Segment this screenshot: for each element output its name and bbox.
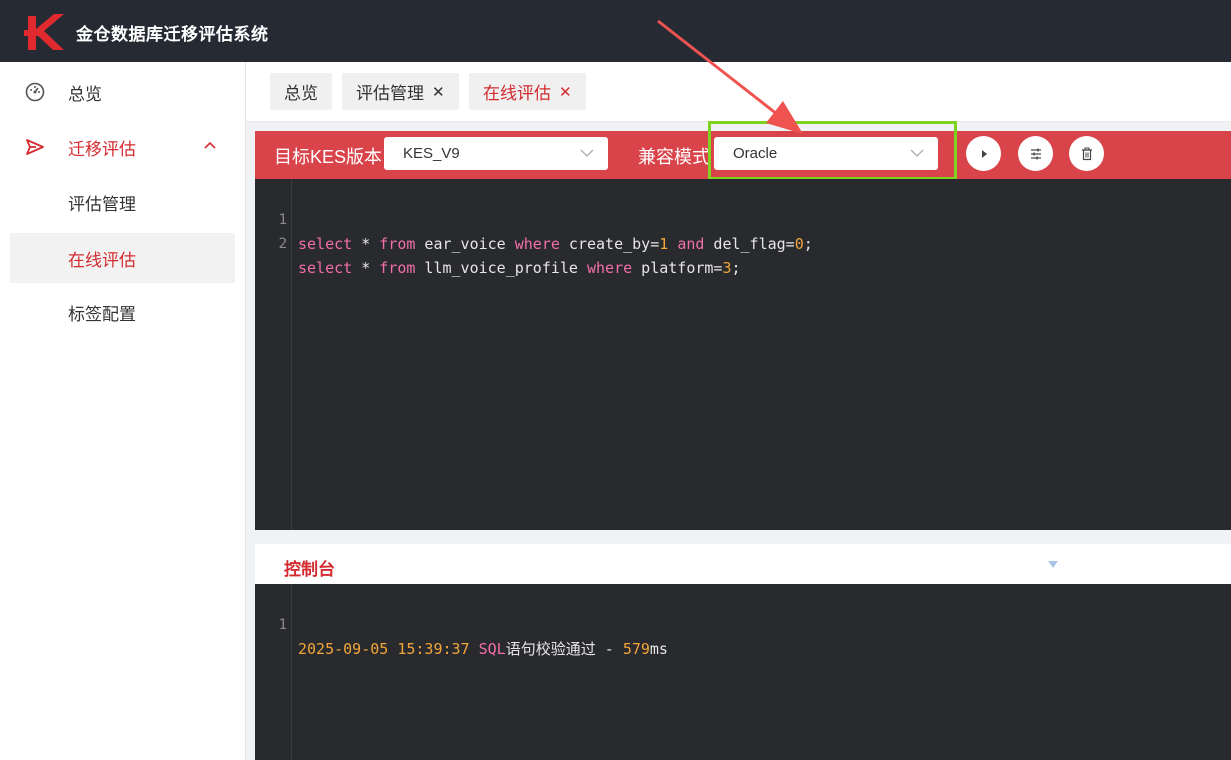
sidebar-item-label: 在线评估 — [68, 250, 136, 270]
select-value: KES_V9 — [403, 145, 460, 162]
sidebar-item-tag-config[interactable]: 标签配置 — [10, 287, 235, 337]
close-icon[interactable]: ✕ — [559, 83, 572, 101]
target-version-label: 目标KES版本 — [274, 147, 383, 167]
console-line: 1 2025-09-05 15:39:37 SQL语句校验通过 - 579ms — [255, 589, 668, 658]
console-header: 控制台 — [255, 544, 1231, 584]
close-icon[interactable]: ✕ — [432, 83, 445, 101]
tab-bar: 总览 评估管理 ✕ 在线评估 ✕ — [246, 62, 1231, 122]
log-message: 语句校验通过 - — [505, 640, 623, 658]
format-button[interactable] — [1018, 136, 1053, 171]
tab-label: 在线评估 — [483, 84, 551, 103]
line-number: 2 — [278, 236, 287, 252]
editor-line[interactable]: 1 select * from ear_voice where create_b… — [255, 184, 813, 253]
sidebar: 总览 迁移评估 评估管理 在线评估 标签配置 — [0, 62, 246, 760]
tab-label: 总览 — [284, 84, 318, 103]
line-number: 1 — [278, 617, 287, 633]
annotation-highlight-box — [708, 121, 957, 180]
sidebar-item-online-eval[interactable]: 在线评估 — [10, 233, 235, 283]
code-text: select * from llm_voice_profile where pl… — [298, 259, 741, 277]
log-text: 2025-09-05 15:39:37 SQL语句校验通过 - 579ms — [298, 637, 668, 661]
sidebar-item-eval-management[interactable]: 评估管理 — [10, 177, 235, 227]
log-sql: SQL — [478, 640, 506, 658]
kingbase-logo — [24, 14, 64, 50]
app-title: 金仓数据库迁移评估系统 — [76, 25, 269, 44]
sidebar-item-label: 评估管理 — [68, 194, 136, 214]
tab-label: 评估管理 — [356, 84, 424, 103]
log-duration: 579 — [622, 640, 650, 658]
target-version-select[interactable]: KES_V9 — [384, 137, 608, 170]
log-unit: ms — [649, 640, 668, 658]
play-icon — [981, 149, 987, 158]
editor-line[interactable]: 2 select * from llm_voice_profile where … — [255, 208, 741, 277]
sidebar-item-migration-eval[interactable]: 迁移评估 — [0, 122, 246, 172]
send-icon — [26, 139, 44, 155]
tab-eval-management[interactable]: 评估管理 ✕ — [342, 73, 459, 110]
caret-down-icon[interactable] — [1047, 560, 1059, 569]
clear-button[interactable] — [1069, 136, 1104, 171]
console-output: 1 2025-09-05 15:39:37 SQL语句校验通过 - 579ms — [255, 584, 1231, 760]
log-timestamp: 2025-09-05 15:39:37 — [298, 640, 470, 658]
dashboard-icon — [25, 82, 45, 102]
compat-mode-label: 兼容模式 — [638, 147, 710, 167]
sidebar-item-label: 总览 — [68, 84, 102, 104]
sliders-icon — [1030, 148, 1041, 159]
sidebar-item-label: 迁移评估 — [68, 139, 136, 159]
chevron-down-icon — [580, 149, 594, 157]
sidebar-item-overview[interactable]: 总览 — [0, 67, 246, 117]
sidebar-item-label: 标签配置 — [68, 304, 136, 324]
console-title: 控制台 — [284, 560, 335, 579]
tab-online-eval[interactable]: 在线评估 ✕ — [469, 73, 586, 110]
trash-icon — [1081, 147, 1092, 160]
chevron-up-icon — [204, 141, 216, 149]
tab-overview[interactable]: 总览 — [270, 73, 332, 110]
sql-editor[interactable]: 1 select * from ear_voice where create_b… — [255, 179, 1231, 530]
top-bar: 金仓数据库迁移评估系统 — [0, 0, 1231, 62]
code-text: select * from ear_voice where create_by=… — [298, 235, 813, 253]
run-button[interactable] — [966, 136, 1001, 171]
